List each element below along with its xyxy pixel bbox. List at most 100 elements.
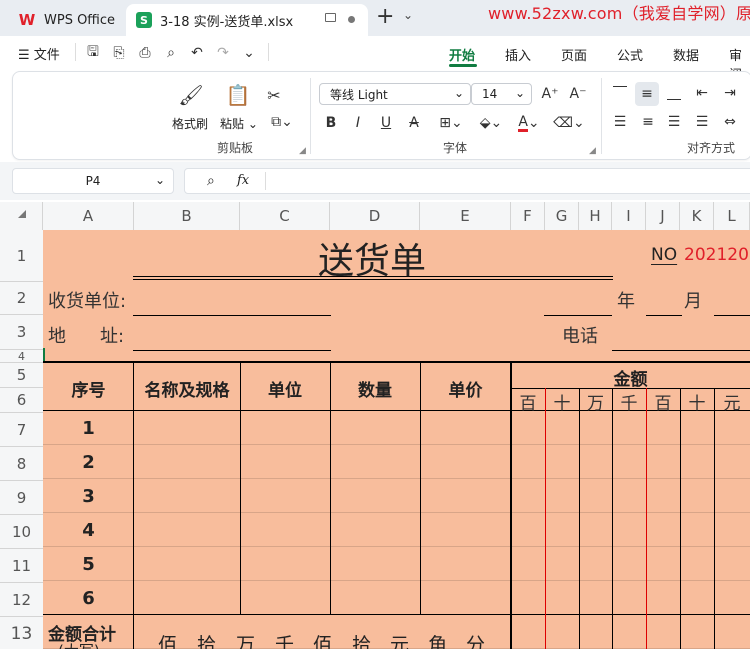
paste-button[interactable]: 粘贴 ⌄ <box>220 115 258 132</box>
row-header-7[interactable]: 7 <box>0 413 43 447</box>
digit-header-6: 元 <box>723 394 741 414</box>
row-header-8[interactable]: 8 <box>0 447 43 481</box>
item-number-1: 1 <box>82 418 95 439</box>
format-painter-icon[interactable]: 🖌 <box>178 82 204 108</box>
clear-format-icon[interactable]: ⌫⌄ <box>553 113 585 133</box>
digit-header-3: 千 <box>620 394 638 414</box>
row-header-9[interactable]: 9 <box>0 481 43 515</box>
main-menu-button[interactable]: ☰ 文件 <box>18 44 60 63</box>
print-preview-icon[interactable]: ⌕ <box>162 44 180 62</box>
ribbon-tab-0[interactable]: 开始 <box>449 45 475 64</box>
decrease-font-icon[interactable]: A⁻ <box>569 84 587 104</box>
formula-input[interactable]: ⌕ fx <box>184 168 750 194</box>
save-icon[interactable]: 🖫 <box>84 44 102 62</box>
row-header-2[interactable]: 2 <box>0 282 43 315</box>
address-label-b: 址: <box>100 326 125 347</box>
dialog-launcher-icon[interactable]: ◢ <box>299 146 306 156</box>
ribbon-tab-4[interactable]: 数据 <box>673 45 699 64</box>
ribbon: 🖌 格式刷 📋 粘贴 ⌄ ✂ ⧉⌄ 剪贴板 ◢ 等线 Light ⌄ 14 ⌄ A⁺… <box>12 71 750 160</box>
row-header-11[interactable]: 11 <box>0 549 43 583</box>
column-header-E[interactable]: E <box>420 202 511 230</box>
row-header-12[interactable]: 12 <box>0 583 43 617</box>
row-header-3[interactable]: 3 <box>0 315 43 350</box>
column-header-K[interactable]: K <box>680 202 714 230</box>
tab-document[interactable]: S 3-18 实例-送货单.xlsx <box>126 4 368 36</box>
column-header-I[interactable]: I <box>612 202 646 230</box>
align-center-icon[interactable]: ≡ <box>639 113 657 131</box>
more-chevron-icon[interactable]: ⌄ <box>240 44 258 62</box>
new-tab-plus-icon[interactable]: + <box>376 4 394 29</box>
tab-wps-office[interactable]: W WPS Office <box>8 4 123 36</box>
distribute-icon[interactable]: ⇔ <box>721 113 739 131</box>
row-header-13[interactable]: 13 <box>0 617 43 649</box>
strikethrough-icon[interactable]: A <box>405 113 423 133</box>
column-header-J[interactable]: J <box>646 202 680 230</box>
name-box[interactable]: P4 ⌄ <box>12 168 174 194</box>
row-header-1[interactable]: 1 <box>0 230 43 282</box>
print-icon[interactable]: ⎙ <box>136 44 154 62</box>
ribbon-tab-2[interactable]: 页面 <box>561 45 587 64</box>
tab-menu-chevron-icon[interactable]: ⌄ <box>403 8 413 22</box>
sheet-area[interactable]: 送货单 NO 2021201 收货单位: 年 月地 址: 电话序号 名称及规格 单位 数量 单价 金额百… <box>43 230 750 649</box>
fill-color-icon[interactable]: ⬙⌄ <box>475 113 507 133</box>
row-header-6[interactable]: 6 <box>0 388 43 413</box>
copy-icon[interactable]: ⧉⌄ <box>265 112 299 132</box>
item-number-3: 3 <box>82 486 95 507</box>
window-icon[interactable] <box>325 13 336 22</box>
export-pdf-icon[interactable]: ⎘ <box>110 44 128 62</box>
grid-line <box>43 512 511 513</box>
column-header-G[interactable]: G <box>545 202 579 230</box>
undo-icon[interactable]: ↶ <box>188 44 206 62</box>
column-header-L[interactable]: L <box>714 202 750 230</box>
cut-icon[interactable]: ✂ <box>263 84 285 106</box>
align-middle-icon[interactable]: ≡ <box>635 82 659 106</box>
watermark: www.52zxw.com（我爱自学网）原 <box>488 4 750 23</box>
underline-icon[interactable]: U <box>377 113 395 133</box>
spreadsheet-grid[interactable]: ABCDEFGHIJKL 1 2 3 4 5 6 7 8 9 10 11 12 13 送货单 NO 2021… <box>0 202 750 649</box>
item-number-6: 6 <box>82 588 95 609</box>
font-name-value: 等线 Light <box>330 87 388 102</box>
ribbon-tab-1[interactable]: 插入 <box>505 45 531 64</box>
row-header-10[interactable]: 10 <box>0 515 43 549</box>
decrease-indent-icon[interactable]: ⇤ <box>693 84 711 102</box>
align-right-icon[interactable]: ☰ <box>665 113 683 131</box>
align-left-icon[interactable]: ☰ <box>611 113 629 131</box>
unsaved-dot-icon <box>348 16 355 23</box>
name-box-value: P4 <box>85 174 101 188</box>
column-header-C[interactable]: C <box>240 202 330 230</box>
format-painter-button[interactable]: 格式刷 <box>172 115 208 132</box>
dialog-launcher-icon[interactable]: ◢ <box>589 146 596 156</box>
border-icon[interactable]: ⊞⌄ <box>435 113 467 133</box>
menu-file-label: 文件 <box>33 48 60 63</box>
font-name-select[interactable]: 等线 Light ⌄ <box>319 83 471 105</box>
column-header-A[interactable]: A <box>43 202 134 230</box>
increase-font-icon[interactable]: A⁺ <box>541 84 559 104</box>
zoom-icon[interactable]: ⌕ <box>207 173 215 189</box>
increase-indent-icon[interactable]: ⇥ <box>721 84 739 102</box>
table-header-1: 名称及规格 <box>144 381 230 401</box>
function-icon[interactable]: fx <box>237 173 249 188</box>
column-header-B[interactable]: B <box>134 202 240 230</box>
select-all-corner[interactable] <box>0 202 43 230</box>
paste-icon[interactable]: 📋 <box>225 82 251 108</box>
column-header-H[interactable]: H <box>579 202 612 230</box>
table-top-border <box>43 361 750 363</box>
row-header-4[interactable]: 4 <box>0 350 43 363</box>
align-bottom-icon[interactable]: ⎽ <box>665 84 683 102</box>
justify-icon[interactable]: ☰ <box>693 113 711 131</box>
sheet-title: 送货单 <box>318 241 427 282</box>
no-value: 2021201 <box>684 245 750 265</box>
font-size-select[interactable]: 14 ⌄ <box>471 83 532 105</box>
font-color-icon[interactable]: A ⌄ <box>513 113 545 133</box>
italic-icon[interactable]: I <box>349 113 367 133</box>
total-unit-5: 拾 <box>352 634 372 649</box>
column-header-D[interactable]: D <box>330 202 420 230</box>
amount-column-border <box>680 388 681 649</box>
column-header-F[interactable]: F <box>511 202 545 230</box>
row-header-5[interactable]: 5 <box>0 363 43 388</box>
ribbon-tab-3[interactable]: 公式 <box>617 45 643 64</box>
tab-document-label: 3-18 实例-送货单.xlsx <box>160 14 294 30</box>
redo-icon[interactable]: ↷ <box>214 44 232 62</box>
bold-icon[interactable]: B <box>322 113 340 133</box>
align-top-icon[interactable]: ⎺ <box>611 84 629 102</box>
